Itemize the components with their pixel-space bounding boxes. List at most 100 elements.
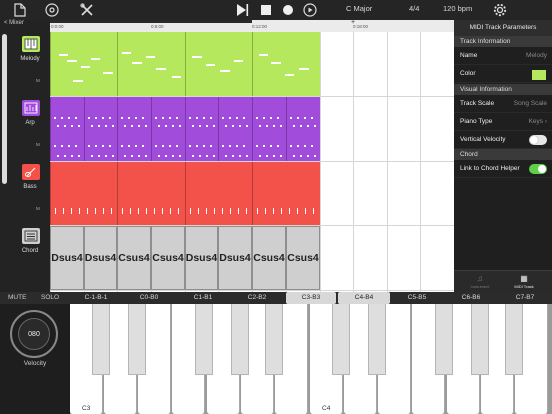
track-name: Melody xyxy=(20,56,40,62)
track-header-melody[interactable]: Melody M xyxy=(10,30,50,94)
chord-clip[interactable]: Dsus4 xyxy=(84,226,117,290)
melody-clip[interactable] xyxy=(252,32,320,96)
track-scale-value[interactable]: Song Scale xyxy=(514,95,547,113)
octave-c7-b7[interactable]: C7-B7 xyxy=(500,292,550,304)
arp-clip[interactable] xyxy=(218,97,252,161)
track-header-bass[interactable]: Bass M xyxy=(10,158,50,222)
arp-note xyxy=(273,155,275,157)
bass-note xyxy=(146,208,147,214)
chord-clip[interactable]: Dsus4 xyxy=(50,226,84,290)
chord-clip[interactable]: Dsus4 xyxy=(218,226,252,290)
octave-c2-b2[interactable]: C2-B2 xyxy=(232,292,282,304)
track-scale-row[interactable]: Track Scale Song Scale xyxy=(454,95,552,113)
chord-clip[interactable]: Dsus4 xyxy=(185,226,218,290)
black-key[interactable] xyxy=(471,304,489,375)
instrument-icon: ♫ xyxy=(477,274,483,283)
black-key[interactable] xyxy=(92,304,110,375)
link-chord-helper-row: Link to Chord Helper xyxy=(454,160,552,178)
link-chord-helper-toggle[interactable] xyxy=(529,164,547,174)
new-file-icon[interactable] xyxy=(12,2,28,18)
black-key[interactable] xyxy=(435,304,453,375)
black-key[interactable] xyxy=(231,304,249,375)
octave-c1-b1[interactable]: C1-B1 xyxy=(178,292,228,304)
octave-c6-b6[interactable]: C6-B6 xyxy=(446,292,496,304)
bass-clip[interactable] xyxy=(117,162,185,225)
bass-clip[interactable] xyxy=(185,162,252,225)
settings-icon[interactable] xyxy=(492,2,508,18)
arp-note xyxy=(135,145,137,147)
piano-roll-icon xyxy=(22,36,40,52)
arp-note xyxy=(246,155,248,157)
track-scrollbar[interactable] xyxy=(2,34,7,184)
arp-clip[interactable] xyxy=(252,97,286,161)
mute-toggle[interactable]: M xyxy=(36,142,40,147)
chord-clip[interactable]: Csus4 xyxy=(117,226,151,290)
chord-clip[interactable]: Csus4 xyxy=(252,226,286,290)
timeline-ruler[interactable]: 0:0:00 0:6:00 0:12:00 0:18:00 + xyxy=(50,19,454,32)
mute-toggle[interactable]: M xyxy=(36,78,40,83)
black-key[interactable] xyxy=(505,304,523,375)
playhead-marker[interactable]: + xyxy=(351,19,355,26)
arp-clip[interactable] xyxy=(117,97,151,161)
loop-region[interactable] xyxy=(50,20,252,23)
bass-note xyxy=(103,208,104,214)
record-icon[interactable] xyxy=(280,2,296,18)
bass-note xyxy=(130,208,131,214)
tab-midi-track[interactable]: ▦ MIDI Track xyxy=(504,274,544,289)
key-signature[interactable]: C Major xyxy=(346,4,372,13)
chord-name: Dsus4 xyxy=(51,252,83,264)
chord-clip[interactable]: Csus4 xyxy=(151,226,185,290)
solo-button[interactable]: SOLO xyxy=(41,294,59,301)
arp-clip[interactable] xyxy=(185,97,218,161)
black-key[interactable] xyxy=(195,304,213,375)
vertical-velocity-toggle[interactable] xyxy=(529,135,547,145)
keyboard-header: MUTE SOLO C-1-B-1 C0-B0 C1-B1 C2-B2 C3-B… xyxy=(0,292,552,304)
piano-type-row[interactable]: Piano Type Keys › xyxy=(454,113,552,131)
black-key[interactable] xyxy=(368,304,386,375)
disc-icon[interactable] xyxy=(44,2,60,18)
mixer-back-link[interactable]: < Mixer xyxy=(4,20,24,26)
play-icon[interactable] xyxy=(234,2,250,18)
track-header-arp[interactable]: Arp M xyxy=(10,94,50,158)
piano-keyboard[interactable]: C3 C4 xyxy=(70,304,552,414)
octave-c4-b4[interactable]: C4-B4 xyxy=(338,292,390,304)
bass-clip[interactable] xyxy=(50,162,117,225)
arp-note xyxy=(112,155,114,157)
bass-clip[interactable] xyxy=(252,162,320,225)
piano-type-value[interactable]: Keys › xyxy=(529,113,547,131)
tab-instrument[interactable]: ♫ Instrument xyxy=(460,274,500,289)
melody-clip[interactable] xyxy=(50,32,117,96)
arp-note xyxy=(162,145,164,147)
tools-icon[interactable] xyxy=(79,2,95,18)
arp-note xyxy=(297,145,299,147)
name-value[interactable]: Melody xyxy=(526,47,547,65)
melody-clip[interactable] xyxy=(185,32,252,96)
melody-clip[interactable] xyxy=(117,32,185,96)
chord-clip[interactable]: Csus4 xyxy=(286,226,320,290)
metronome-icon[interactable] xyxy=(302,2,318,18)
arp-clip[interactable] xyxy=(286,97,320,161)
arrangement-grid[interactable]: Dsus4 Dsus4 Csus4 Csus4 Dsus4 Dsus4 Csus… xyxy=(50,32,454,292)
mute-button[interactable]: MUTE xyxy=(8,294,26,301)
time-signature[interactable]: 4/4 xyxy=(409,4,419,13)
octave-c0-b0[interactable]: C0-B0 xyxy=(124,292,174,304)
color-swatch[interactable] xyxy=(532,70,546,80)
stop-icon[interactable] xyxy=(258,2,274,18)
octave-c3-b3[interactable]: C3-B3 xyxy=(286,292,336,304)
color-row[interactable]: Color xyxy=(454,65,552,83)
arp-icon xyxy=(22,100,40,116)
arp-note xyxy=(280,125,282,127)
arp-clip[interactable] xyxy=(84,97,117,161)
arp-clip[interactable] xyxy=(151,97,185,161)
tempo[interactable]: 120 bpm xyxy=(443,4,472,13)
track-header-chord[interactable]: Chord xyxy=(10,222,50,286)
octave-c-1-b-1[interactable]: C-1-B-1 xyxy=(74,292,118,304)
octave-c5-b5[interactable]: C5-B5 xyxy=(392,292,442,304)
velocity-knob[interactable]: 080 xyxy=(10,310,58,358)
black-key[interactable] xyxy=(128,304,146,375)
black-key[interactable] xyxy=(332,304,350,375)
arp-clip[interactable] xyxy=(50,97,84,161)
black-key[interactable] xyxy=(265,304,283,375)
mute-toggle[interactable]: M xyxy=(36,206,40,211)
name-row[interactable]: Name Melody xyxy=(454,47,552,65)
